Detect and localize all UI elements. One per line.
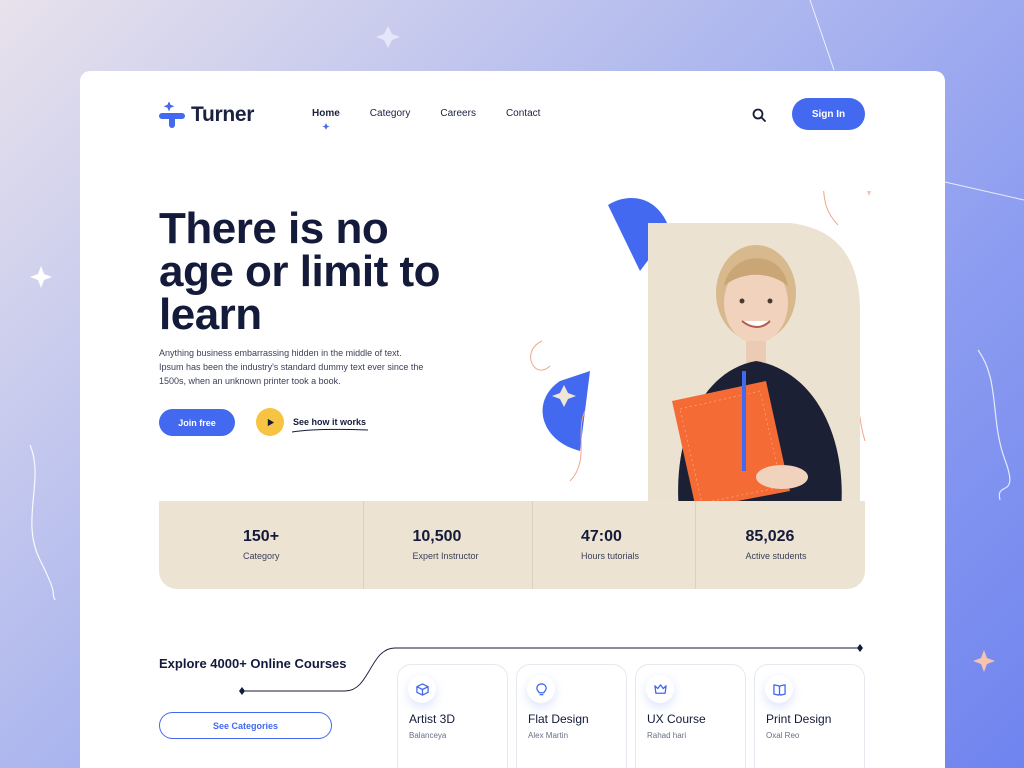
nav-item-label: Careers — [440, 108, 476, 119]
crown-icon — [653, 683, 667, 694]
course-card-flat-design[interactable]: Flat Design Alex Martin — [516, 664, 627, 768]
course-title: Print Design — [766, 712, 832, 726]
active-indicator-icon — [322, 123, 330, 130]
course-card-print-design[interactable]: Print Design Oxal Reo — [754, 664, 865, 768]
stat-label: Hours tutorials — [581, 551, 640, 561]
nav-item-careers[interactable]: Careers — [440, 108, 476, 119]
nav-item-home[interactable]: Home — [312, 108, 340, 130]
logo-icon — [159, 102, 185, 128]
explore-prefix: Explore — [159, 656, 211, 671]
stat-value: 150+ — [243, 528, 280, 545]
stat-value: 47:00 — [581, 528, 622, 545]
course-title: Flat Design — [528, 712, 589, 726]
course-author: Oxal Reo — [766, 731, 800, 740]
stat-value: 85,026 — [745, 528, 795, 545]
stat-value: 10,500 — [412, 528, 462, 545]
course-card-ux-course[interactable]: UX Course Rahad hari — [635, 664, 746, 768]
see-categories-button[interactable]: See Categories — [159, 712, 332, 739]
hero-description: Anything business embarrassing hidden in… — [159, 348, 424, 386]
nav-item-label: Home — [312, 108, 340, 119]
course-author: Alex Martin — [528, 731, 569, 740]
page-card: Turner Home Category Careers Contact Sig… — [80, 71, 945, 768]
see-how-it-works-link[interactable]: See how it works — [291, 417, 369, 433]
nav-item-label: Category — [369, 108, 411, 119]
course-icon-badge — [646, 675, 674, 703]
book-icon — [772, 683, 786, 696]
nav-item-category[interactable]: Category — [370, 108, 411, 119]
course-icon-badge — [527, 675, 555, 703]
search-icon[interactable] — [751, 107, 767, 123]
nav-item-contact[interactable]: Contact — [506, 108, 540, 119]
stats-bar: 150+ Category 10,500 Expert Instructor 4… — [159, 501, 865, 589]
cube-icon — [415, 682, 429, 696]
course-icon-badge — [765, 675, 793, 703]
stat-item: 85,026 Active students — [694, 501, 866, 589]
stat-label: Active students — [745, 551, 807, 561]
play-icon — [267, 418, 274, 426]
stat-label: Expert Instructor — [412, 551, 479, 561]
course-author: Balanceya — [409, 731, 447, 740]
hero-illustration — [530, 191, 872, 511]
play-button[interactable] — [256, 408, 284, 436]
main-nav: Home Category Careers Contact — [312, 108, 570, 130]
see-how-it-works-label: See how it works — [293, 417, 367, 427]
course-icon-badge — [408, 675, 436, 703]
nav-item-label: Contact — [505, 108, 541, 119]
course-card-artist-3d[interactable]: Artist 3D Balanceya — [397, 664, 508, 768]
sign-in-button[interactable]: Sign In — [792, 98, 865, 130]
course-author: Rahad hari — [647, 731, 687, 740]
join-free-button[interactable]: Join free — [159, 409, 235, 436]
stat-item: 150+ Category — [159, 501, 363, 589]
stat-item: 10,500 Expert Instructor — [362, 501, 533, 589]
course-title: UX Course — [647, 712, 706, 726]
logo[interactable]: Turner — [159, 102, 254, 128]
hero-title: There is no age or limit to learn — [159, 204, 440, 339]
stat-item: 47:00 Hours tutorials — [532, 501, 695, 589]
underline-decoration — [291, 428, 369, 433]
course-title: Artist 3D — [409, 712, 456, 726]
stat-label: Category — [243, 551, 280, 561]
lightbulb-icon — [535, 682, 547, 695]
brand-name: Turner — [191, 103, 255, 126]
